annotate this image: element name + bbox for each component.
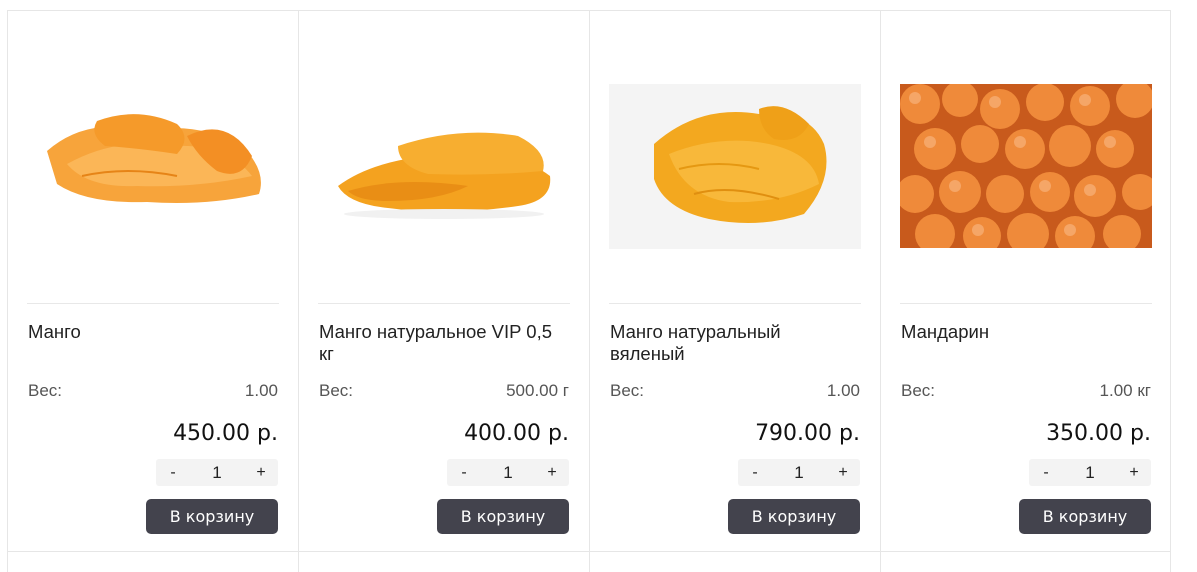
weight-label: Вес: [901, 381, 936, 400]
qty-decrease-button[interactable]: - [738, 464, 772, 482]
weight-value: 1.00 кг [1099, 381, 1151, 400]
qty-decrease-button[interactable]: - [156, 464, 190, 482]
card-separator [318, 303, 570, 304]
product-image[interactable] [27, 51, 279, 281]
product-price: 400.00 р. [464, 421, 569, 446]
product-card: Манго натуральное VIP 0,5 кг Вес: 500.00… [298, 11, 588, 552]
quantity-stepper: - 1 + [738, 459, 860, 486]
product-image[interactable] [318, 51, 570, 281]
next-row-card [880, 552, 881, 572]
qty-decrease-button[interactable]: - [1029, 464, 1063, 482]
qty-increase-button[interactable]: + [826, 464, 860, 482]
product-grid: Манго Вес: 1.00 450.00 р. - 1 + В корзин… [7, 10, 1171, 571]
product-price: 790.00 р. [755, 421, 860, 446]
weight-value: 1.00 [244, 381, 278, 400]
qty-decrease-button[interactable]: - [447, 464, 481, 482]
next-row-card [298, 552, 299, 572]
qty-input[interactable]: 1 [190, 463, 244, 483]
qty-input[interactable]: 1 [1063, 463, 1117, 483]
weight-value: 500.00 г [506, 381, 569, 400]
product-title[interactable]: Манго натуральное VIP 0,5 кг [319, 321, 569, 365]
qty-increase-button[interactable]: + [1117, 464, 1151, 482]
next-row-card [7, 552, 8, 572]
product-title[interactable]: Манго натуральный вяленый [610, 321, 860, 365]
card-separator [27, 303, 279, 304]
next-row-card [589, 552, 590, 572]
add-to-cart-button[interactable]: В корзину [437, 499, 569, 534]
quantity-stepper: - 1 + [1029, 459, 1151, 486]
product-price: 350.00 р. [1046, 421, 1151, 446]
weight-label: Вес: [28, 381, 63, 400]
product-card: Манго Вес: 1.00 450.00 р. - 1 + В корзин… [7, 11, 297, 552]
weight-value: 1.00 [826, 381, 860, 400]
qty-increase-button[interactable]: + [244, 464, 278, 482]
product-image[interactable] [900, 51, 1152, 281]
product-card: Мандарин Вес: 1.00 кг 350.00 р. - 1 + В … [880, 11, 1171, 552]
card-separator [609, 303, 861, 304]
product-image[interactable] [609, 51, 861, 281]
qty-input[interactable]: 1 [772, 463, 826, 483]
quantity-stepper: - 1 + [156, 459, 278, 486]
add-to-cart-button[interactable]: В корзину [728, 499, 860, 534]
card-separator [900, 303, 1152, 304]
qty-increase-button[interactable]: + [535, 464, 569, 482]
product-title[interactable]: Манго [28, 321, 278, 343]
product-price: 450.00 р. [173, 421, 278, 446]
add-to-cart-button[interactable]: В корзину [146, 499, 278, 534]
quantity-stepper: - 1 + [447, 459, 569, 486]
qty-input[interactable]: 1 [481, 463, 535, 483]
next-row-card [1170, 552, 1171, 572]
add-to-cart-button[interactable]: В корзину [1019, 499, 1151, 534]
weight-label: Вес: [610, 381, 645, 400]
product-card: Манго натуральный вяленый Вес: 1.00 790.… [589, 11, 879, 552]
product-title[interactable]: Мандарин [901, 321, 1151, 343]
weight-label: Вес: [319, 381, 354, 400]
